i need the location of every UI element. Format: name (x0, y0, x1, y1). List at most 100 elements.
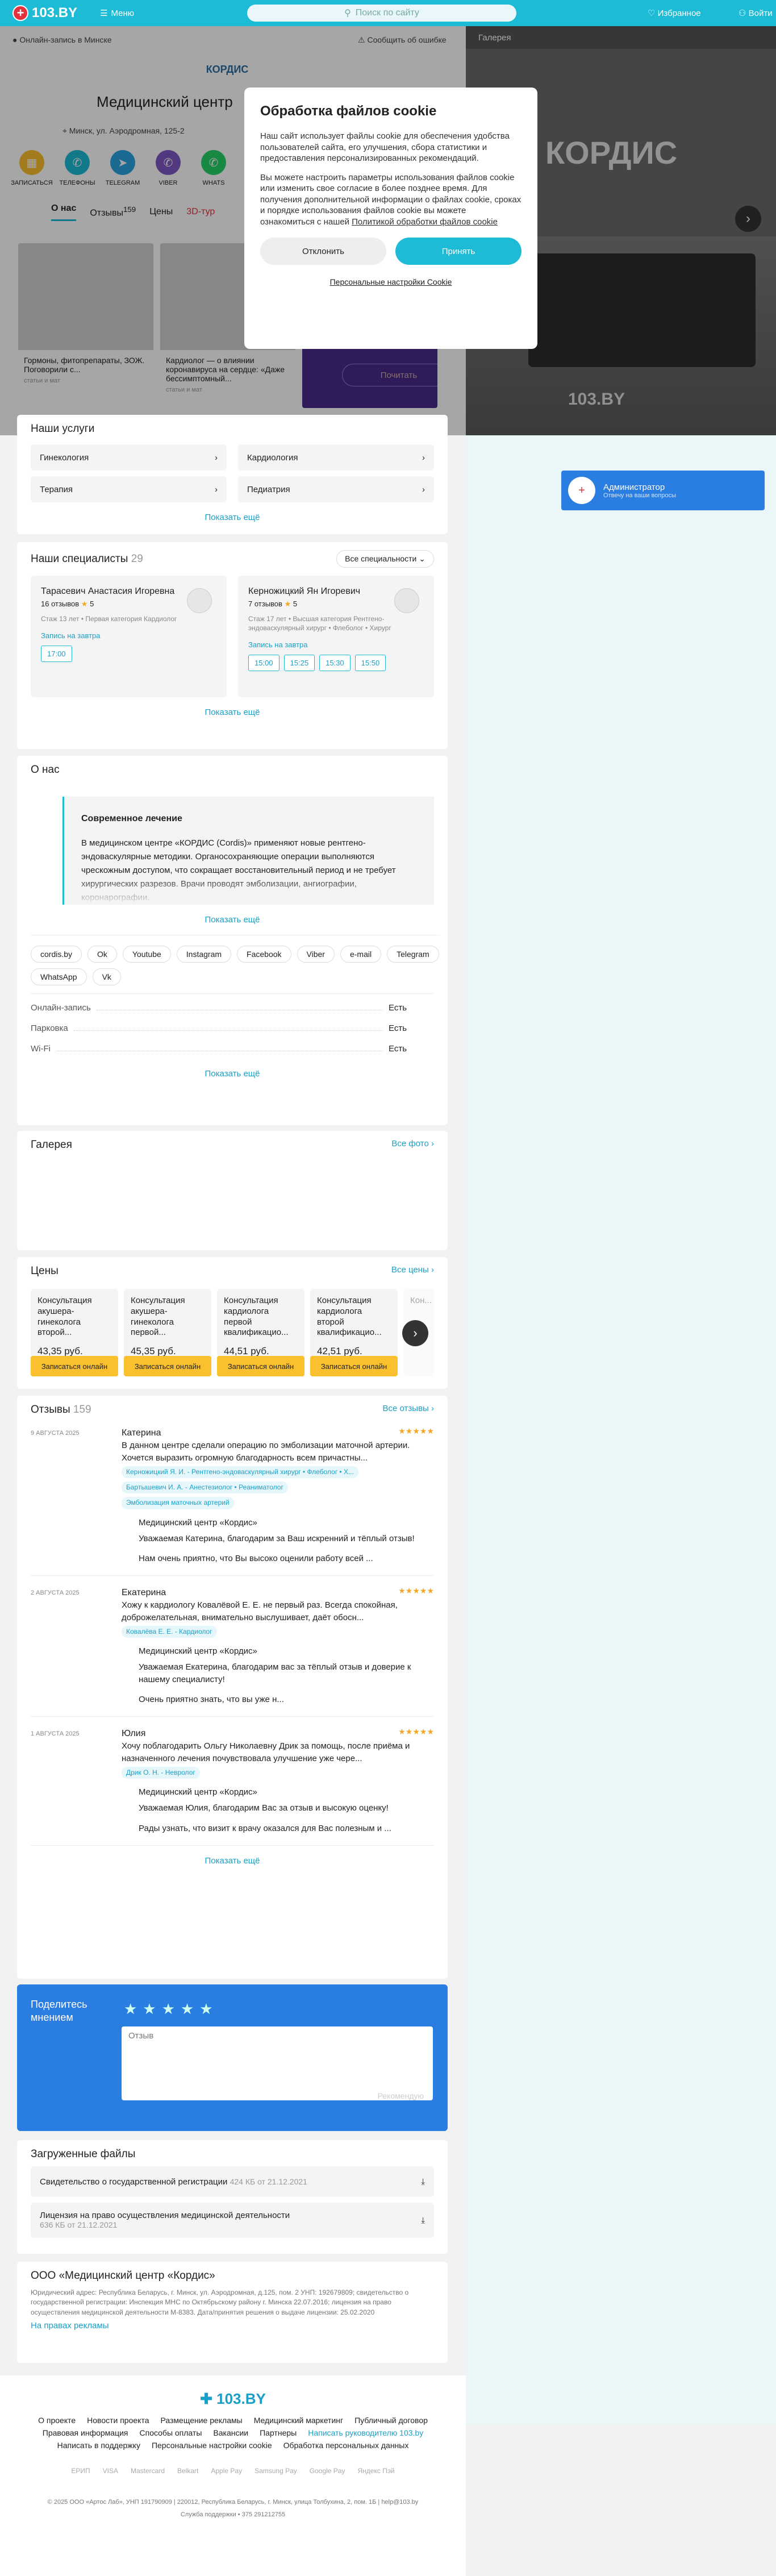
price-card[interactable]: Консультация акушера-гинеколога второй..… (31, 1289, 118, 1376)
review-tag[interactable]: Эмболизация маточных артерий (122, 1497, 234, 1509)
service-item[interactable]: Педиатрия › (238, 476, 434, 502)
price-card[interactable]: Консультация кардиолога первой квалифика… (217, 1289, 304, 1376)
all-reviews-link[interactable]: Все отзывы › (383, 1404, 434, 1416)
reply-author: Медицинский центр «Кордис» (139, 1787, 257, 1797)
review-tag[interactable]: Керножицкий Я. И. - Рентгено-эндоваскуля… (122, 1466, 358, 1479)
ad-disclaimer[interactable]: На правах рекламы (31, 2321, 434, 2331)
recommend-button[interactable]: Рекомендую (378, 2091, 424, 2100)
services-more-link[interactable]: Показать ещё (31, 513, 434, 522)
book-online-button[interactable]: Записаться онлайн (217, 1356, 304, 1376)
link-chip[interactable]: e-mail (340, 946, 382, 963)
reply-text-more: Рады узнать, что визит к врачу оказался … (139, 1823, 391, 1833)
review-textarea[interactable]: Отзыв (122, 2026, 433, 2100)
service-item[interactable]: Кардиология › (238, 444, 434, 471)
prices-next-button[interactable]: › (402, 1320, 428, 1346)
services-card: Наши услуги Гинекология › Кардиология › Те… (17, 415, 448, 534)
cookie-settings-link[interactable]: Персональные настройки Cookie (260, 277, 521, 286)
menu-button[interactable]: ☰ Меню (100, 8, 134, 19)
footer-link[interactable]: Правовая информация (43, 2428, 128, 2437)
book-online-button[interactable]: Записаться онлайн (124, 1356, 211, 1376)
specialist-card[interactable]: Керножицкий Ян Игоревич 7 отзывов ★ 5 Ст… (238, 576, 434, 697)
review-text: В данном центре сделали операцию по эмбо… (122, 1441, 410, 1463)
support-contact[interactable]: Служба поддержки • 375 291212755 (0, 2511, 466, 2518)
review-tag[interactable]: Ковалёва Е. Е. - Кардиолог (122, 1625, 217, 1638)
time-slot[interactable]: 15:30 (319, 655, 351, 672)
all-reviews-label: Все отзывы (382, 1404, 429, 1413)
service-item[interactable]: Терапия › (31, 476, 227, 502)
footer-link[interactable]: Написать в поддержку (57, 2441, 140, 2450)
company-legal: Юридический адрес: Республика Беларусь, … (31, 2288, 409, 2316)
about-more-link[interactable]: Показать ещё (31, 915, 434, 925)
footer-link[interactable]: Способы оплаты (140, 2428, 202, 2437)
specialists-more-link[interactable]: Показать ещё (31, 708, 434, 717)
site-logo[interactable]: +103.BY (12, 5, 77, 21)
file-item[interactable]: Лицензия на право осуществления медицинс… (31, 2203, 434, 2238)
time-slot[interactable]: 15:50 (354, 655, 386, 672)
link-chip[interactable]: Telegram (387, 946, 439, 963)
link-chip[interactable]: Ok (87, 946, 117, 963)
link-chip[interactable]: cordis.by (31, 946, 82, 963)
specialist-card[interactable]: Тарасевич Анастасия Игоревна 16 отзывов … (31, 576, 227, 697)
cookie-policy-link[interactable]: Политикой обработки файлов cookie (352, 217, 498, 227)
prices-title: Цены (31, 1265, 59, 1277)
link-chip[interactable]: Facebook (237, 946, 291, 963)
footer-link[interactable]: Медицинский маркетинг (254, 2416, 343, 2425)
search-placeholder: Поиск по сайту (355, 8, 419, 18)
admin-chat-widget[interactable]: + Администратор Отвечу на ваши вопросы (561, 471, 765, 510)
all-prices-link[interactable]: Все цены › (391, 1265, 434, 1277)
chevron-right-icon: › (422, 452, 425, 463)
reviews-title: Отзывы (31, 1404, 70, 1416)
rating-stars: ★★★★★ (398, 1727, 434, 1737)
time-slot[interactable]: 17:00 (41, 646, 72, 663)
specialist-reviews: 16 отзывов (41, 600, 80, 608)
cookie-reject-button[interactable]: Отклонить (260, 238, 386, 265)
fact-row: Wi-Fi Есть (31, 1038, 434, 1059)
price-name: Консультация кардиолога второй квалифика… (317, 1296, 382, 1338)
rating-input-stars[interactable]: ★★★★★ (124, 2000, 219, 2018)
all-photos-link[interactable]: Все фото › (391, 1139, 434, 1151)
specialty-filter-value: Все специальности (345, 554, 417, 563)
footer-link[interactable]: Новости проекта (87, 2416, 149, 2425)
footer-link[interactable]: Вакансии (213, 2428, 248, 2437)
time-slot[interactable]: 15:25 (283, 655, 315, 672)
reviews-count: 159 (73, 1404, 91, 1416)
service-item[interactable]: Гинекология › (31, 444, 227, 471)
footer-link[interactable]: Партнеры (260, 2428, 297, 2437)
footer-link[interactable]: Персональные настройки cookie (152, 2441, 272, 2450)
footer-link[interactable]: О проекте (38, 2416, 76, 2425)
favorites-link[interactable]: ♡ Избранное (648, 8, 701, 18)
link-chip[interactable]: Viber (297, 946, 335, 963)
book-online-button[interactable]: Записаться онлайн (31, 1356, 118, 1376)
footer-link[interactable]: Обработка персональных данных (283, 2441, 409, 2450)
footer-logo[interactable]: ✚ 103.BY (0, 2390, 466, 2408)
footer-link[interactable]: Публичный договор (354, 2416, 428, 2425)
cookie-accept-button[interactable]: Принять (395, 238, 521, 265)
link-chip[interactable]: Instagram (176, 946, 232, 963)
specialty-filter-select[interactable]: Все специальности ⌄ (336, 550, 434, 568)
reviews-more-link[interactable]: Показать ещё (31, 1856, 434, 1866)
facts-more-link[interactable]: Показать ещё (31, 1069, 434, 1079)
review-tag[interactable]: Дрик О. Н. - Невролог (122, 1766, 200, 1779)
price-card[interactable]: Консультация кардиолога второй квалифика… (310, 1289, 398, 1376)
admin-title: Администратор (603, 482, 665, 492)
review-reply: Медицинский центр «Кордис» Уважаемая Ека… (139, 1645, 434, 1706)
file-name: Свидетельство о государственной регистра… (40, 2177, 228, 2187)
login-link[interactable]: ⚇ Войти (739, 8, 773, 18)
reply-author: Медицинский центр «Кордис» (139, 1517, 257, 1528)
time-slot[interactable]: 15:00 (248, 655, 279, 672)
link-chip[interactable]: Youtube (122, 946, 171, 963)
link-chip[interactable]: WhatsApp (31, 968, 87, 985)
download-icon: ⤓ (421, 2177, 425, 2187)
footer-link[interactable]: Размещение рекламы (161, 2416, 243, 2425)
book-online-button[interactable]: Записаться онлайн (310, 1356, 398, 1376)
price-card[interactable]: Консультация акушера-гинеколога первой..… (124, 1289, 211, 1376)
payment-logo: ЕРИП (71, 2467, 90, 2475)
reviews-card: Отзывы 159 Все отзывы › 9 АВГУСТА 2025 Ка… (17, 1396, 448, 1979)
review-tag[interactable]: Бартышевич И. А. - Анестезиолог • Реаним… (122, 1481, 288, 1494)
cookie-title: Обработка файлов cookie (260, 103, 437, 119)
footer-link[interactable]: Написать руководителю 103.by (308, 2428, 423, 2437)
search-input[interactable]: ⚲ Поиск по сайту (247, 5, 516, 22)
facts-list: Онлайн-запись Есть Парковка Есть Wi-Fi Есть (31, 993, 434, 1059)
file-item[interactable]: Свидетельство о государственной регистра… (31, 2166, 434, 2197)
link-chip[interactable]: Vk (92, 968, 121, 985)
